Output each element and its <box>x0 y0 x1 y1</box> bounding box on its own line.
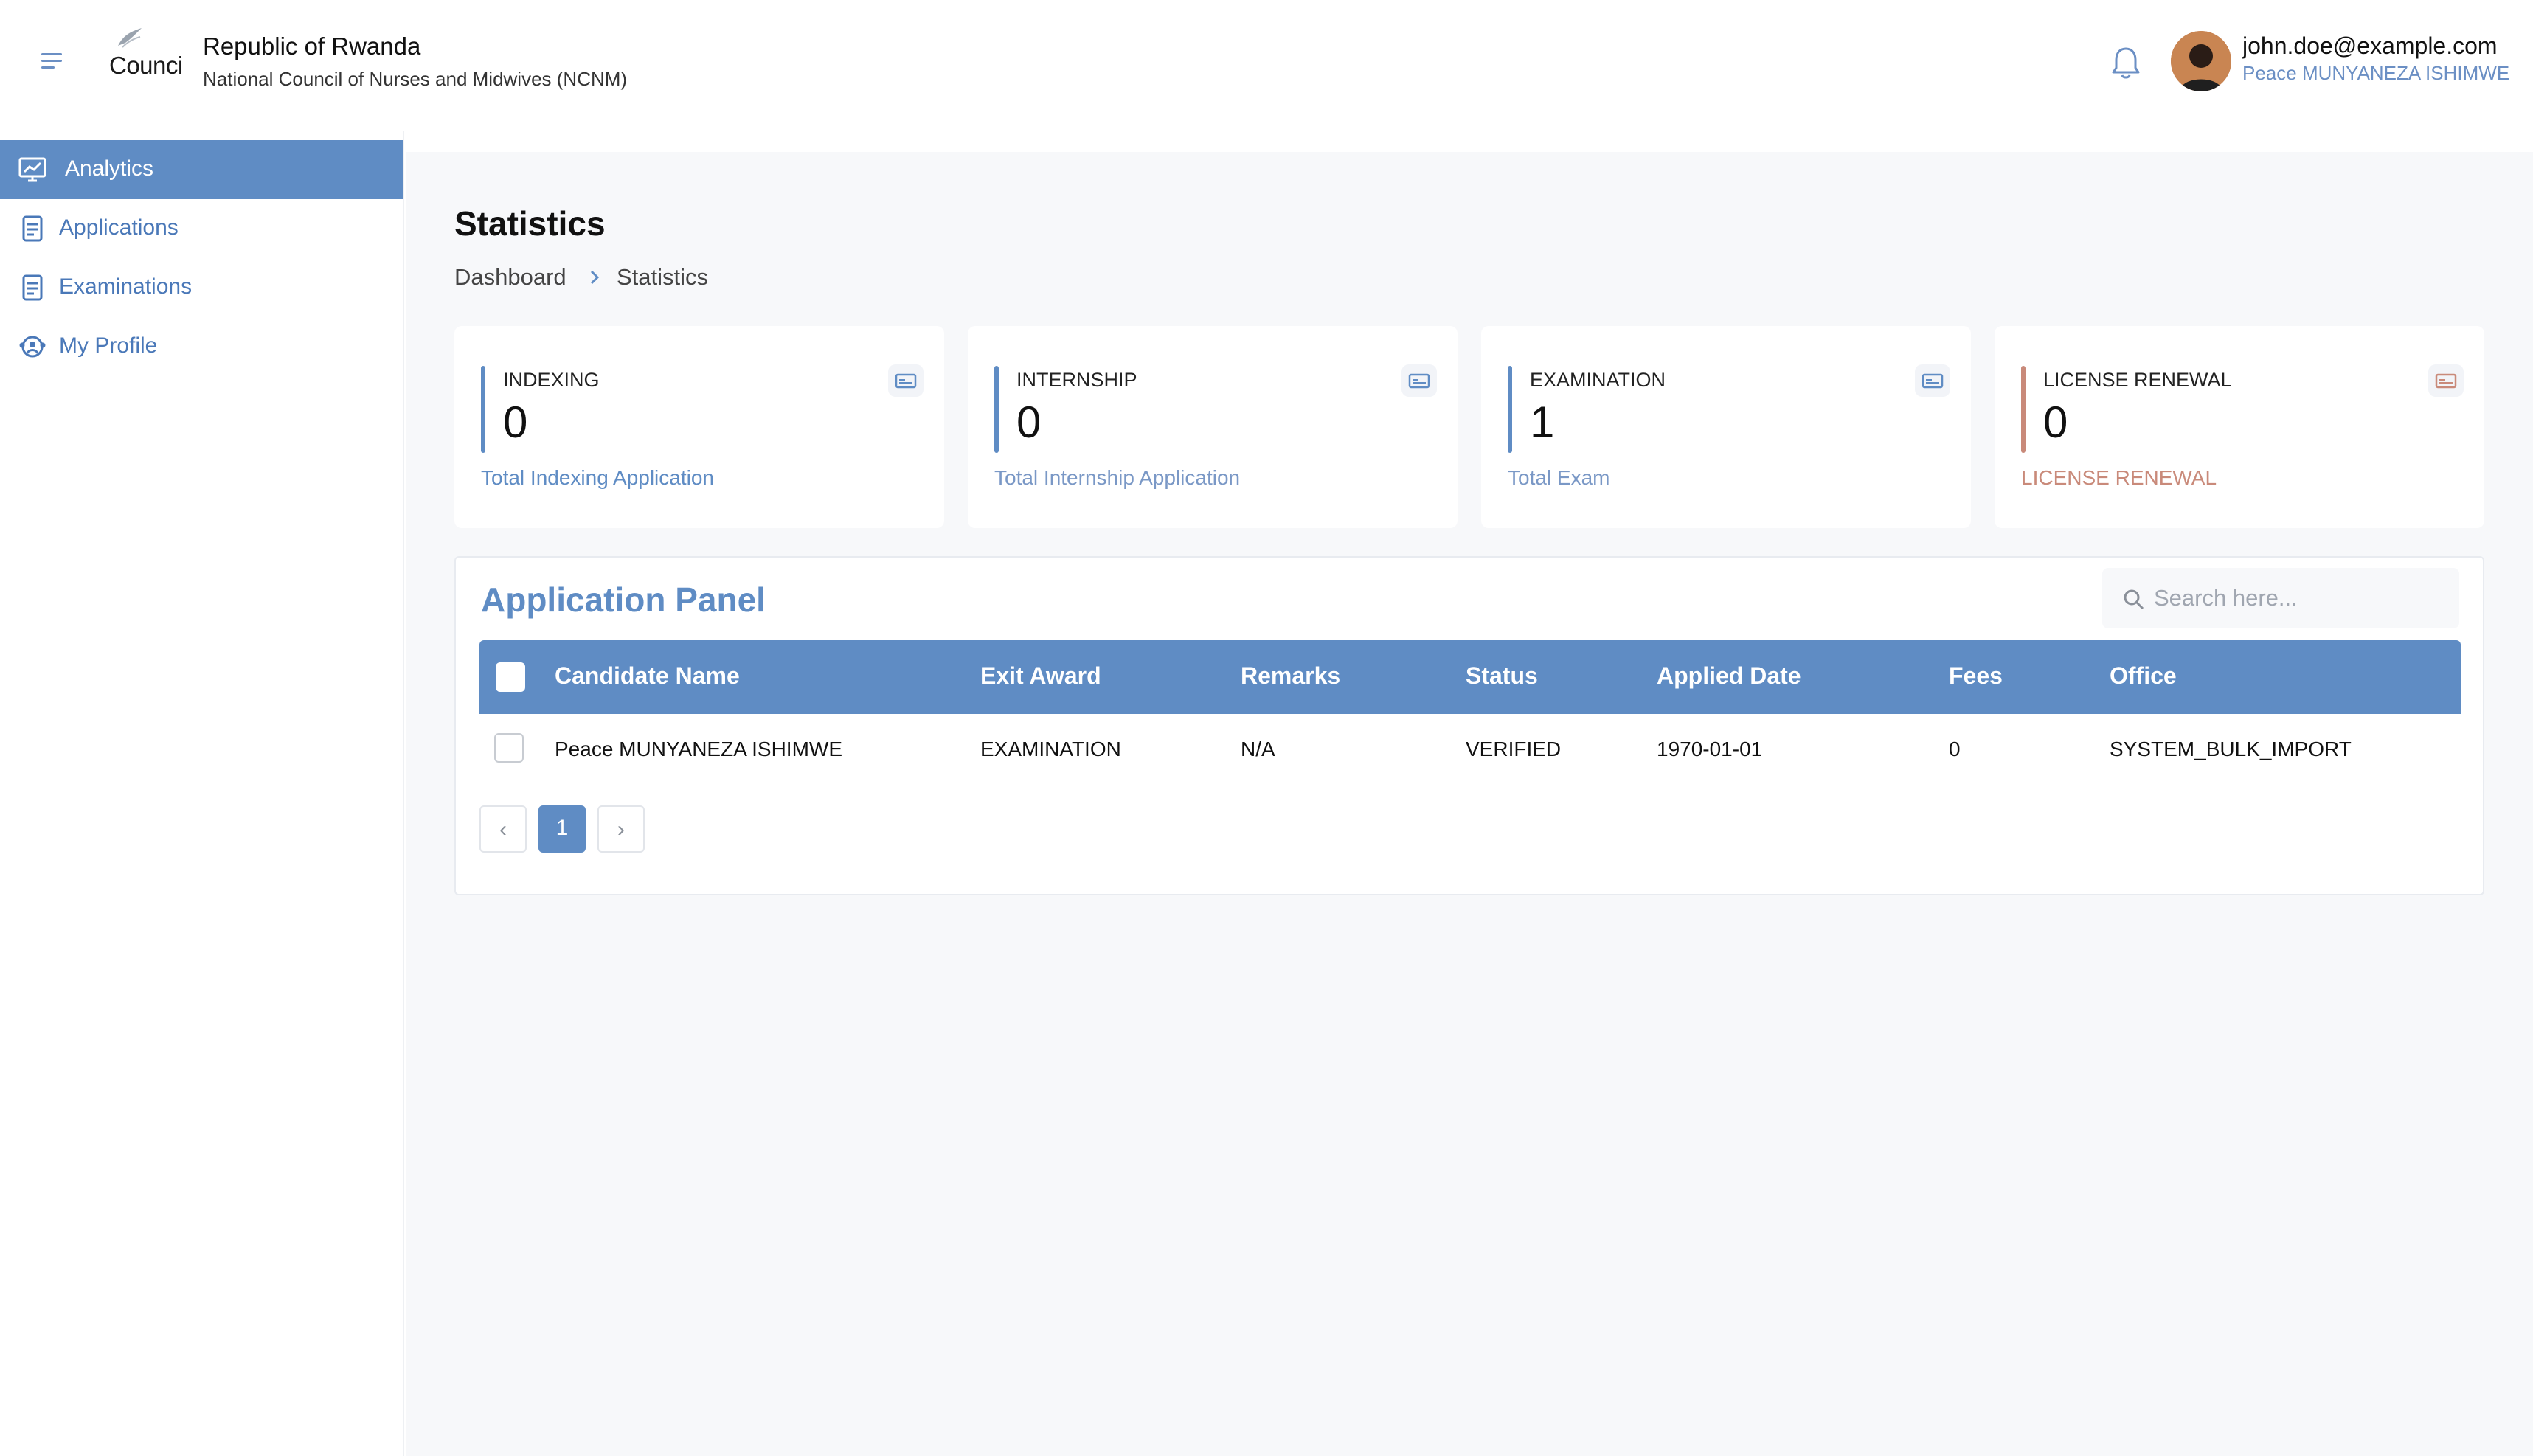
card-value: 0 <box>1016 398 1042 447</box>
page-title: Statistics <box>454 204 606 243</box>
card-accent-bar <box>1508 366 1512 453</box>
card-category: EXAMINATION <box>1530 369 1666 391</box>
cell-applied-date: 1970-01-01 <box>1657 738 1763 760</box>
chevron-left-icon: ‹ <box>499 817 507 842</box>
monitor-chart-icon <box>18 157 46 182</box>
select-all-checkbox[interactable] <box>496 662 525 692</box>
council-logo: Counci <box>105 27 186 86</box>
sidebar-item-applications[interactable]: Applications <box>0 199 403 258</box>
stat-card-examination: EXAMINATION 1 Total Exam <box>1481 326 1971 528</box>
breadcrumb-dashboard[interactable]: Dashboard <box>454 264 566 291</box>
pagination-page-1[interactable]: 1 <box>538 805 586 853</box>
cell-remarks: N/A <box>1241 738 1275 760</box>
card-id-icon <box>1915 364 1950 397</box>
stat-card-license-renewal: LICENSE RENEWAL 0 LICENSE RENEWAL <box>1995 326 2484 528</box>
top-header: Counci Republic of Rwanda National Counc… <box>0 0 2533 131</box>
bird-logo-icon <box>118 28 142 48</box>
sidebar-item-label: Applications <box>59 215 179 240</box>
search-input[interactable] <box>2154 578 2449 618</box>
search-icon <box>2124 589 2144 610</box>
card-value: 1 <box>1530 398 1555 447</box>
pagination-next-button[interactable]: › <box>597 805 645 853</box>
org-title: Republic of Rwanda <box>203 32 421 60</box>
breadcrumb-statistics: Statistics <box>617 264 709 290</box>
column-header-fees[interactable]: Fees <box>1949 662 2003 690</box>
profile-group-icon <box>19 336 46 358</box>
main-content: Statistics Dashboard Statistics INDEXING… <box>406 152 2533 1456</box>
pagination-prev-button[interactable]: ‹ <box>479 805 527 853</box>
sidebar-item-my-profile[interactable]: My Profile <box>0 317 403 376</box>
card-value: 0 <box>503 398 528 447</box>
sidebar-item-label: My Profile <box>59 333 158 358</box>
sidebar: Analytics Applications Examinations My P… <box>0 131 404 1456</box>
column-header-remarks[interactable]: Remarks <box>1241 662 1340 690</box>
document-icon <box>22 215 43 242</box>
hamburger-menu-icon[interactable] <box>40 49 65 74</box>
table-header: Candidate Name Exit Award Remarks Status… <box>479 640 2461 714</box>
card-value: 0 <box>2043 398 2068 447</box>
user-photo-icon <box>2171 31 2231 91</box>
card-category: INTERNSHIP <box>1016 369 1137 391</box>
user-name[interactable]: Peace MUNYANEZA ISHIMWE <box>2242 62 2509 85</box>
card-accent-bar <box>481 366 485 453</box>
cell-office: SYSTEM_BULK_IMPORT <box>2110 738 2352 760</box>
card-category: INDEXING <box>503 369 600 391</box>
org-subtitle: National Council of Nurses and Midwives … <box>203 68 628 90</box>
card-id-icon <box>2428 364 2464 397</box>
chevron-right-icon: › <box>617 817 625 842</box>
column-header-status[interactable]: Status <box>1466 662 1538 690</box>
sidebar-item-examinations[interactable]: Examinations <box>0 258 403 317</box>
search-box[interactable] <box>2102 568 2459 628</box>
notification-bell-icon[interactable] <box>2110 44 2142 81</box>
card-accent-bar <box>994 366 999 453</box>
column-header-office[interactable]: Office <box>2110 662 2177 690</box>
cell-exit-award: EXAMINATION <box>980 738 1121 760</box>
document-icon <box>22 274 43 301</box>
column-header-candidate-name[interactable]: Candidate Name <box>555 662 740 690</box>
panel-title: Application Panel <box>481 580 766 619</box>
sidebar-item-label: Analytics <box>65 156 154 181</box>
chevron-right-icon <box>590 270 600 285</box>
cell-status: VERIFIED <box>1466 738 1562 760</box>
stat-card-internship: INTERNSHIP 0 Total Internship Applicatio… <box>968 326 1458 528</box>
column-header-applied-date[interactable]: Applied Date <box>1657 662 1801 690</box>
stat-card-indexing: INDEXING 0 Total Indexing Application <box>454 326 944 528</box>
sidebar-item-analytics[interactable]: Analytics <box>0 140 403 199</box>
cell-candidate-name: Peace MUNYANEZA ISHIMWE <box>555 738 843 760</box>
sidebar-item-label: Examinations <box>59 274 193 299</box>
card-id-icon <box>888 364 924 397</box>
column-header-exit-award[interactable]: Exit Award <box>980 662 1101 690</box>
table-row[interactable]: Peace MUNYANEZA ISHIMWE EXAMINATION N/A … <box>479 714 2461 785</box>
cell-fees: 0 <box>1949 738 1961 760</box>
user-email[interactable]: john.doe@example.com <box>2242 32 2498 60</box>
user-avatar[interactable] <box>2171 31 2231 91</box>
card-description: Total Internship Application <box>994 466 1241 489</box>
logo-text: Counci <box>109 52 183 79</box>
card-id-icon <box>1401 364 1437 397</box>
card-accent-bar <box>2021 366 2026 453</box>
application-panel: Application Panel Candidate Name Exit Aw… <box>454 556 2484 895</box>
card-description: Total Exam <box>1508 466 1610 489</box>
card-category: LICENSE RENEWAL <box>2043 369 2232 391</box>
card-description: LICENSE RENEWAL <box>2021 466 2217 489</box>
row-checkbox[interactable] <box>494 733 524 763</box>
card-description: Total Indexing Application <box>481 466 714 489</box>
